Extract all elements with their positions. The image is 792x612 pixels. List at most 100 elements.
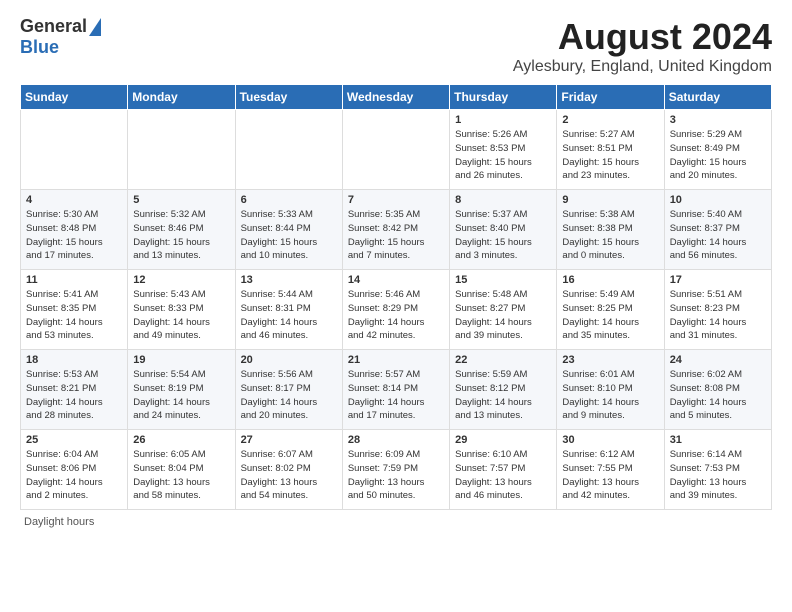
day-number: 27 (241, 434, 337, 446)
day-info: Sunrise: 5:43 AM Sunset: 8:33 PM Dayligh… (133, 288, 229, 343)
day-of-week-header: Tuesday (235, 85, 342, 110)
day-number: 25 (26, 434, 122, 446)
day-info: Sunrise: 5:54 AM Sunset: 8:19 PM Dayligh… (133, 368, 229, 423)
subtitle: Aylesbury, England, United Kingdom (513, 58, 772, 76)
calendar-cell (342, 110, 449, 190)
day-number: 7 (348, 194, 444, 206)
calendar-cell: 24Sunrise: 6:02 AM Sunset: 8:08 PM Dayli… (664, 350, 771, 430)
day-number: 21 (348, 354, 444, 366)
calendar-cell (235, 110, 342, 190)
day-number: 24 (670, 354, 766, 366)
footer-note: Daylight hours (20, 516, 772, 528)
day-info: Sunrise: 5:33 AM Sunset: 8:44 PM Dayligh… (241, 208, 337, 263)
title-area: August 2024 Aylesbury, England, United K… (513, 16, 772, 76)
day-number: 5 (133, 194, 229, 206)
calendar-cell: 21 Sunrise: 5:57 AM Sunset: 8:14 PM Dayli… (342, 350, 449, 430)
day-info: Sunrise: 5:57 AM Sunset: 8:14 PM Dayligh… (348, 368, 444, 423)
calendar-cell: 2Sunrise: 5:27 AM Sunset: 8:51 PM Daylig… (557, 110, 664, 190)
calendar-cell: 29 Sunrise: 6:10 AM Sunset: 7:57 PM Dayli… (450, 430, 557, 510)
day-number: 4 (26, 194, 122, 206)
calendar-week-row: 4Sunrise: 5:30 AM Sunset: 8:48 PM Daylig… (21, 190, 772, 270)
day-of-week-header: Sunday (21, 85, 128, 110)
main-title: August 2024 (513, 16, 772, 58)
day-number: 14 (348, 274, 444, 286)
calendar-week-row: 25 Sunrise: 6:04 AM Sunset: 8:06 PM Dayli… (21, 430, 772, 510)
day-number: 13 (241, 274, 337, 286)
header: General Blue August 2024 Aylesbury, Engl… (20, 16, 772, 76)
day-info: Sunrise: 5:41 AM Sunset: 8:35 PM Dayligh… (26, 288, 122, 343)
day-info: Sunrise: 5:44 AM Sunset: 8:31 PM Dayligh… (241, 288, 337, 343)
calendar-cell: 16Sunrise: 5:49 AM Sunset: 8:25 PM Dayli… (557, 270, 664, 350)
day-info: Sunrise: 6:09 AM Sunset: 7:59 PM Dayligh… (348, 448, 444, 503)
logo-general: General (20, 16, 87, 37)
calendar-cell: 18 Sunrise: 5:53 AM Sunset: 8:21 PM Dayli… (21, 350, 128, 430)
calendar-cell: 11 Sunrise: 5:41 AM Sunset: 8:35 PM Dayli… (21, 270, 128, 350)
day-number: 11 (26, 274, 122, 286)
day-number: 30 (562, 434, 658, 446)
day-number: 9 (562, 194, 658, 206)
calendar-week-row: 18 Sunrise: 5:53 AM Sunset: 8:21 PM Dayli… (21, 350, 772, 430)
calendar-cell (128, 110, 235, 190)
logo-blue: Blue (20, 37, 59, 58)
day-info: Sunrise: 6:10 AM Sunset: 7:57 PM Dayligh… (455, 448, 551, 503)
day-number: 31 (670, 434, 766, 446)
page: General Blue August 2024 Aylesbury, Engl… (0, 0, 792, 538)
calendar-cell: 14 Sunrise: 5:46 AM Sunset: 8:29 PM Dayli… (342, 270, 449, 350)
day-number: 18 (26, 354, 122, 366)
calendar-cell: 19 Sunrise: 5:54 AM Sunset: 8:19 PM Dayli… (128, 350, 235, 430)
day-number: 1 (455, 114, 551, 126)
day-of-week-header: Wednesday (342, 85, 449, 110)
day-info: Sunrise: 5:56 AM Sunset: 8:17 PM Dayligh… (241, 368, 337, 423)
calendar-cell: 4Sunrise: 5:30 AM Sunset: 8:48 PM Daylig… (21, 190, 128, 270)
day-info: Sunrise: 6:04 AM Sunset: 8:06 PM Dayligh… (26, 448, 122, 503)
day-info: Sunrise: 5:26 AM Sunset: 8:53 PM Dayligh… (455, 128, 551, 183)
day-number: 28 (348, 434, 444, 446)
day-number: 29 (455, 434, 551, 446)
day-info: Sunrise: 5:48 AM Sunset: 8:27 PM Dayligh… (455, 288, 551, 343)
day-info: Sunrise: 5:53 AM Sunset: 8:21 PM Dayligh… (26, 368, 122, 423)
calendar-week-row: 1 Sunrise: 5:26 AM Sunset: 8:53 PM Daylig… (21, 110, 772, 190)
day-info: Sunrise: 5:46 AM Sunset: 8:29 PM Dayligh… (348, 288, 444, 343)
calendar-cell: 28 Sunrise: 6:09 AM Sunset: 7:59 PM Dayli… (342, 430, 449, 510)
calendar-cell: 9Sunrise: 5:38 AM Sunset: 8:38 PM Daylig… (557, 190, 664, 270)
calendar-cell: 17 Sunrise: 5:51 AM Sunset: 8:23 PM Dayli… (664, 270, 771, 350)
day-info: Sunrise: 6:05 AM Sunset: 8:04 PM Dayligh… (133, 448, 229, 503)
day-of-week-header: Friday (557, 85, 664, 110)
day-info: Sunrise: 6:14 AM Sunset: 7:53 PM Dayligh… (670, 448, 766, 503)
day-number: 19 (133, 354, 229, 366)
day-number: 6 (241, 194, 337, 206)
day-number: 17 (670, 274, 766, 286)
day-number: 23 (562, 354, 658, 366)
day-number: 2 (562, 114, 658, 126)
calendar-cell: 23 Sunrise: 6:01 AM Sunset: 8:10 PM Dayli… (557, 350, 664, 430)
calendar-cell: 20Sunrise: 5:56 AM Sunset: 8:17 PM Dayli… (235, 350, 342, 430)
calendar-header-row: SundayMondayTuesdayWednesdayThursdayFrid… (21, 85, 772, 110)
calendar-cell: 5Sunrise: 5:32 AM Sunset: 8:46 PM Daylig… (128, 190, 235, 270)
calendar-cell (21, 110, 128, 190)
day-info: Sunrise: 5:59 AM Sunset: 8:12 PM Dayligh… (455, 368, 551, 423)
day-number: 8 (455, 194, 551, 206)
day-info: Sunrise: 5:51 AM Sunset: 8:23 PM Dayligh… (670, 288, 766, 343)
calendar-cell: 12 Sunrise: 5:43 AM Sunset: 8:33 PM Dayli… (128, 270, 235, 350)
day-number: 26 (133, 434, 229, 446)
daylight-label: Daylight hours (24, 516, 94, 528)
day-number: 12 (133, 274, 229, 286)
logo: General Blue (20, 16, 101, 58)
calendar-cell: 30Sunrise: 6:12 AM Sunset: 7:55 PM Dayli… (557, 430, 664, 510)
calendar-cell: 31 Sunrise: 6:14 AM Sunset: 7:53 PM Dayli… (664, 430, 771, 510)
day-info: Sunrise: 5:29 AM Sunset: 8:49 PM Dayligh… (670, 128, 766, 183)
day-info: Sunrise: 6:07 AM Sunset: 8:02 PM Dayligh… (241, 448, 337, 503)
day-of-week-header: Thursday (450, 85, 557, 110)
calendar-cell: 13 Sunrise: 5:44 AM Sunset: 8:31 PM Dayli… (235, 270, 342, 350)
calendar-cell: 6 Sunrise: 5:33 AM Sunset: 8:44 PM Daylig… (235, 190, 342, 270)
calendar-cell: 15Sunrise: 5:48 AM Sunset: 8:27 PM Dayli… (450, 270, 557, 350)
logo-triangle-icon (89, 18, 101, 36)
day-number: 10 (670, 194, 766, 206)
calendar-table: SundayMondayTuesdayWednesdayThursdayFrid… (20, 84, 772, 510)
day-info: Sunrise: 5:40 AM Sunset: 8:37 PM Dayligh… (670, 208, 766, 263)
calendar-cell: 22Sunrise: 5:59 AM Sunset: 8:12 PM Dayli… (450, 350, 557, 430)
day-info: Sunrise: 5:37 AM Sunset: 8:40 PM Dayligh… (455, 208, 551, 263)
day-info: Sunrise: 6:01 AM Sunset: 8:10 PM Dayligh… (562, 368, 658, 423)
calendar-cell: 3Sunrise: 5:29 AM Sunset: 8:49 PM Daylig… (664, 110, 771, 190)
calendar-cell: 25 Sunrise: 6:04 AM Sunset: 8:06 PM Dayli… (21, 430, 128, 510)
